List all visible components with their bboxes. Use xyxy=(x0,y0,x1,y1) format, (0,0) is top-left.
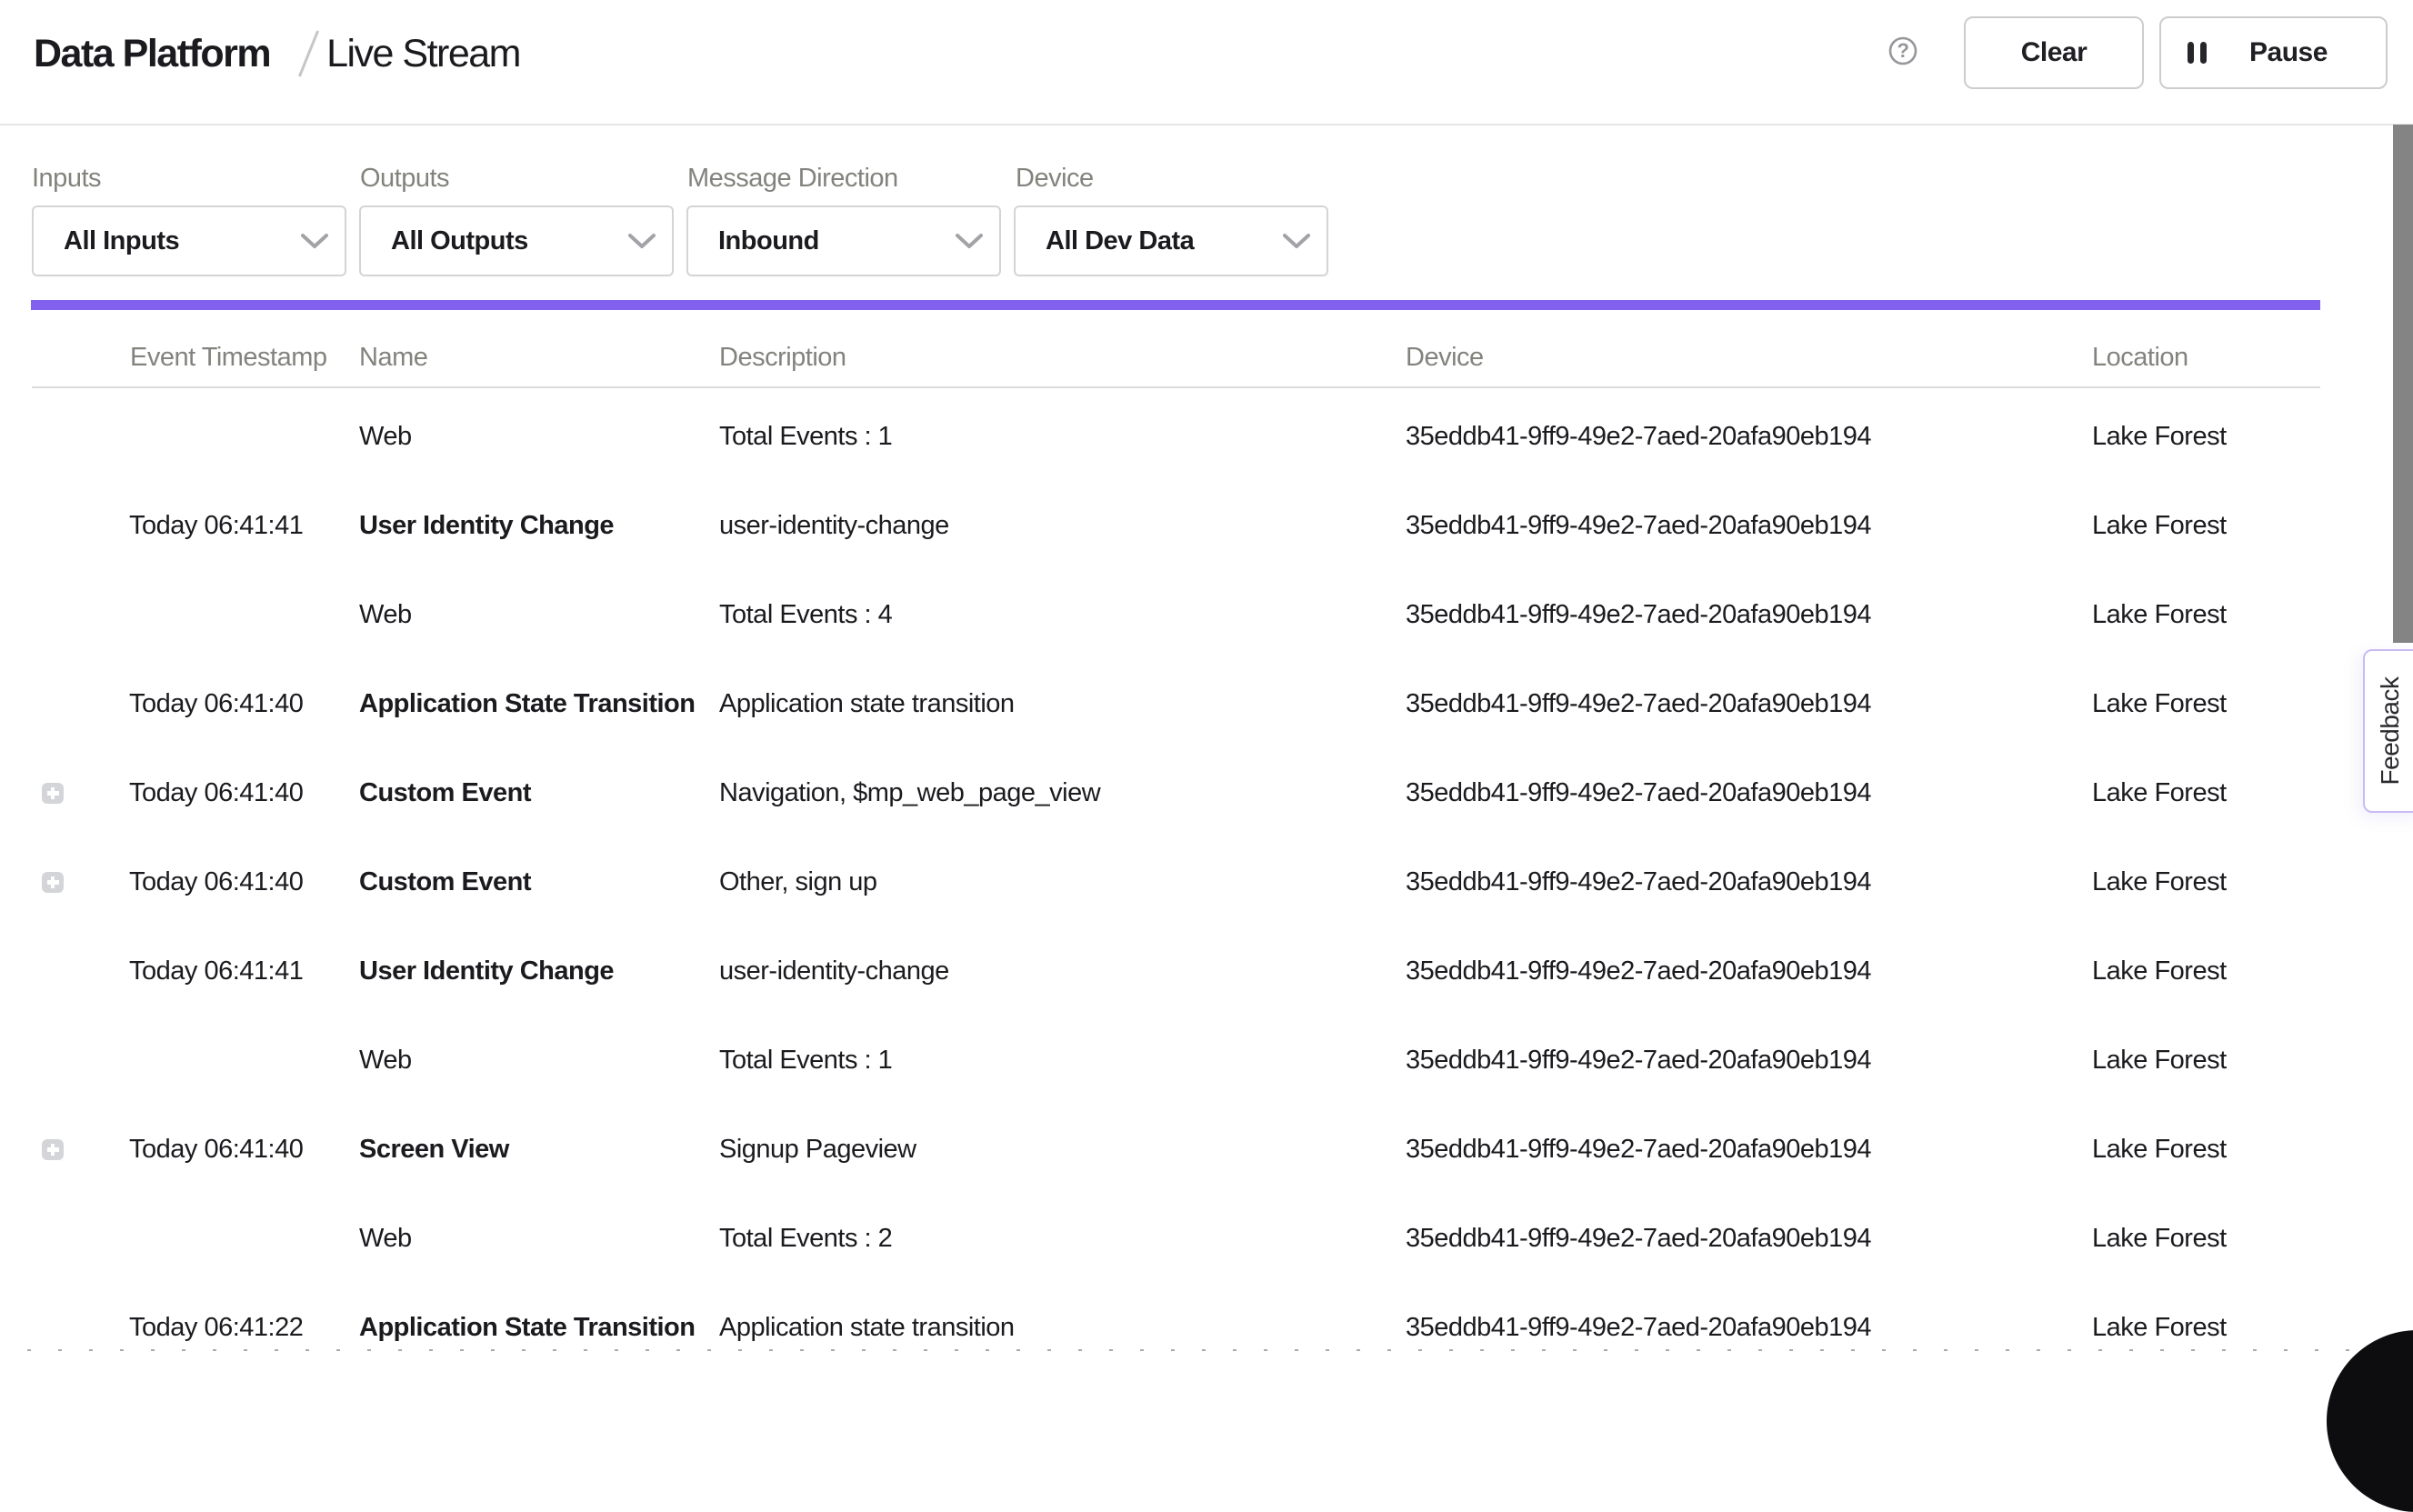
svg-text:?: ? xyxy=(1897,39,1909,62)
